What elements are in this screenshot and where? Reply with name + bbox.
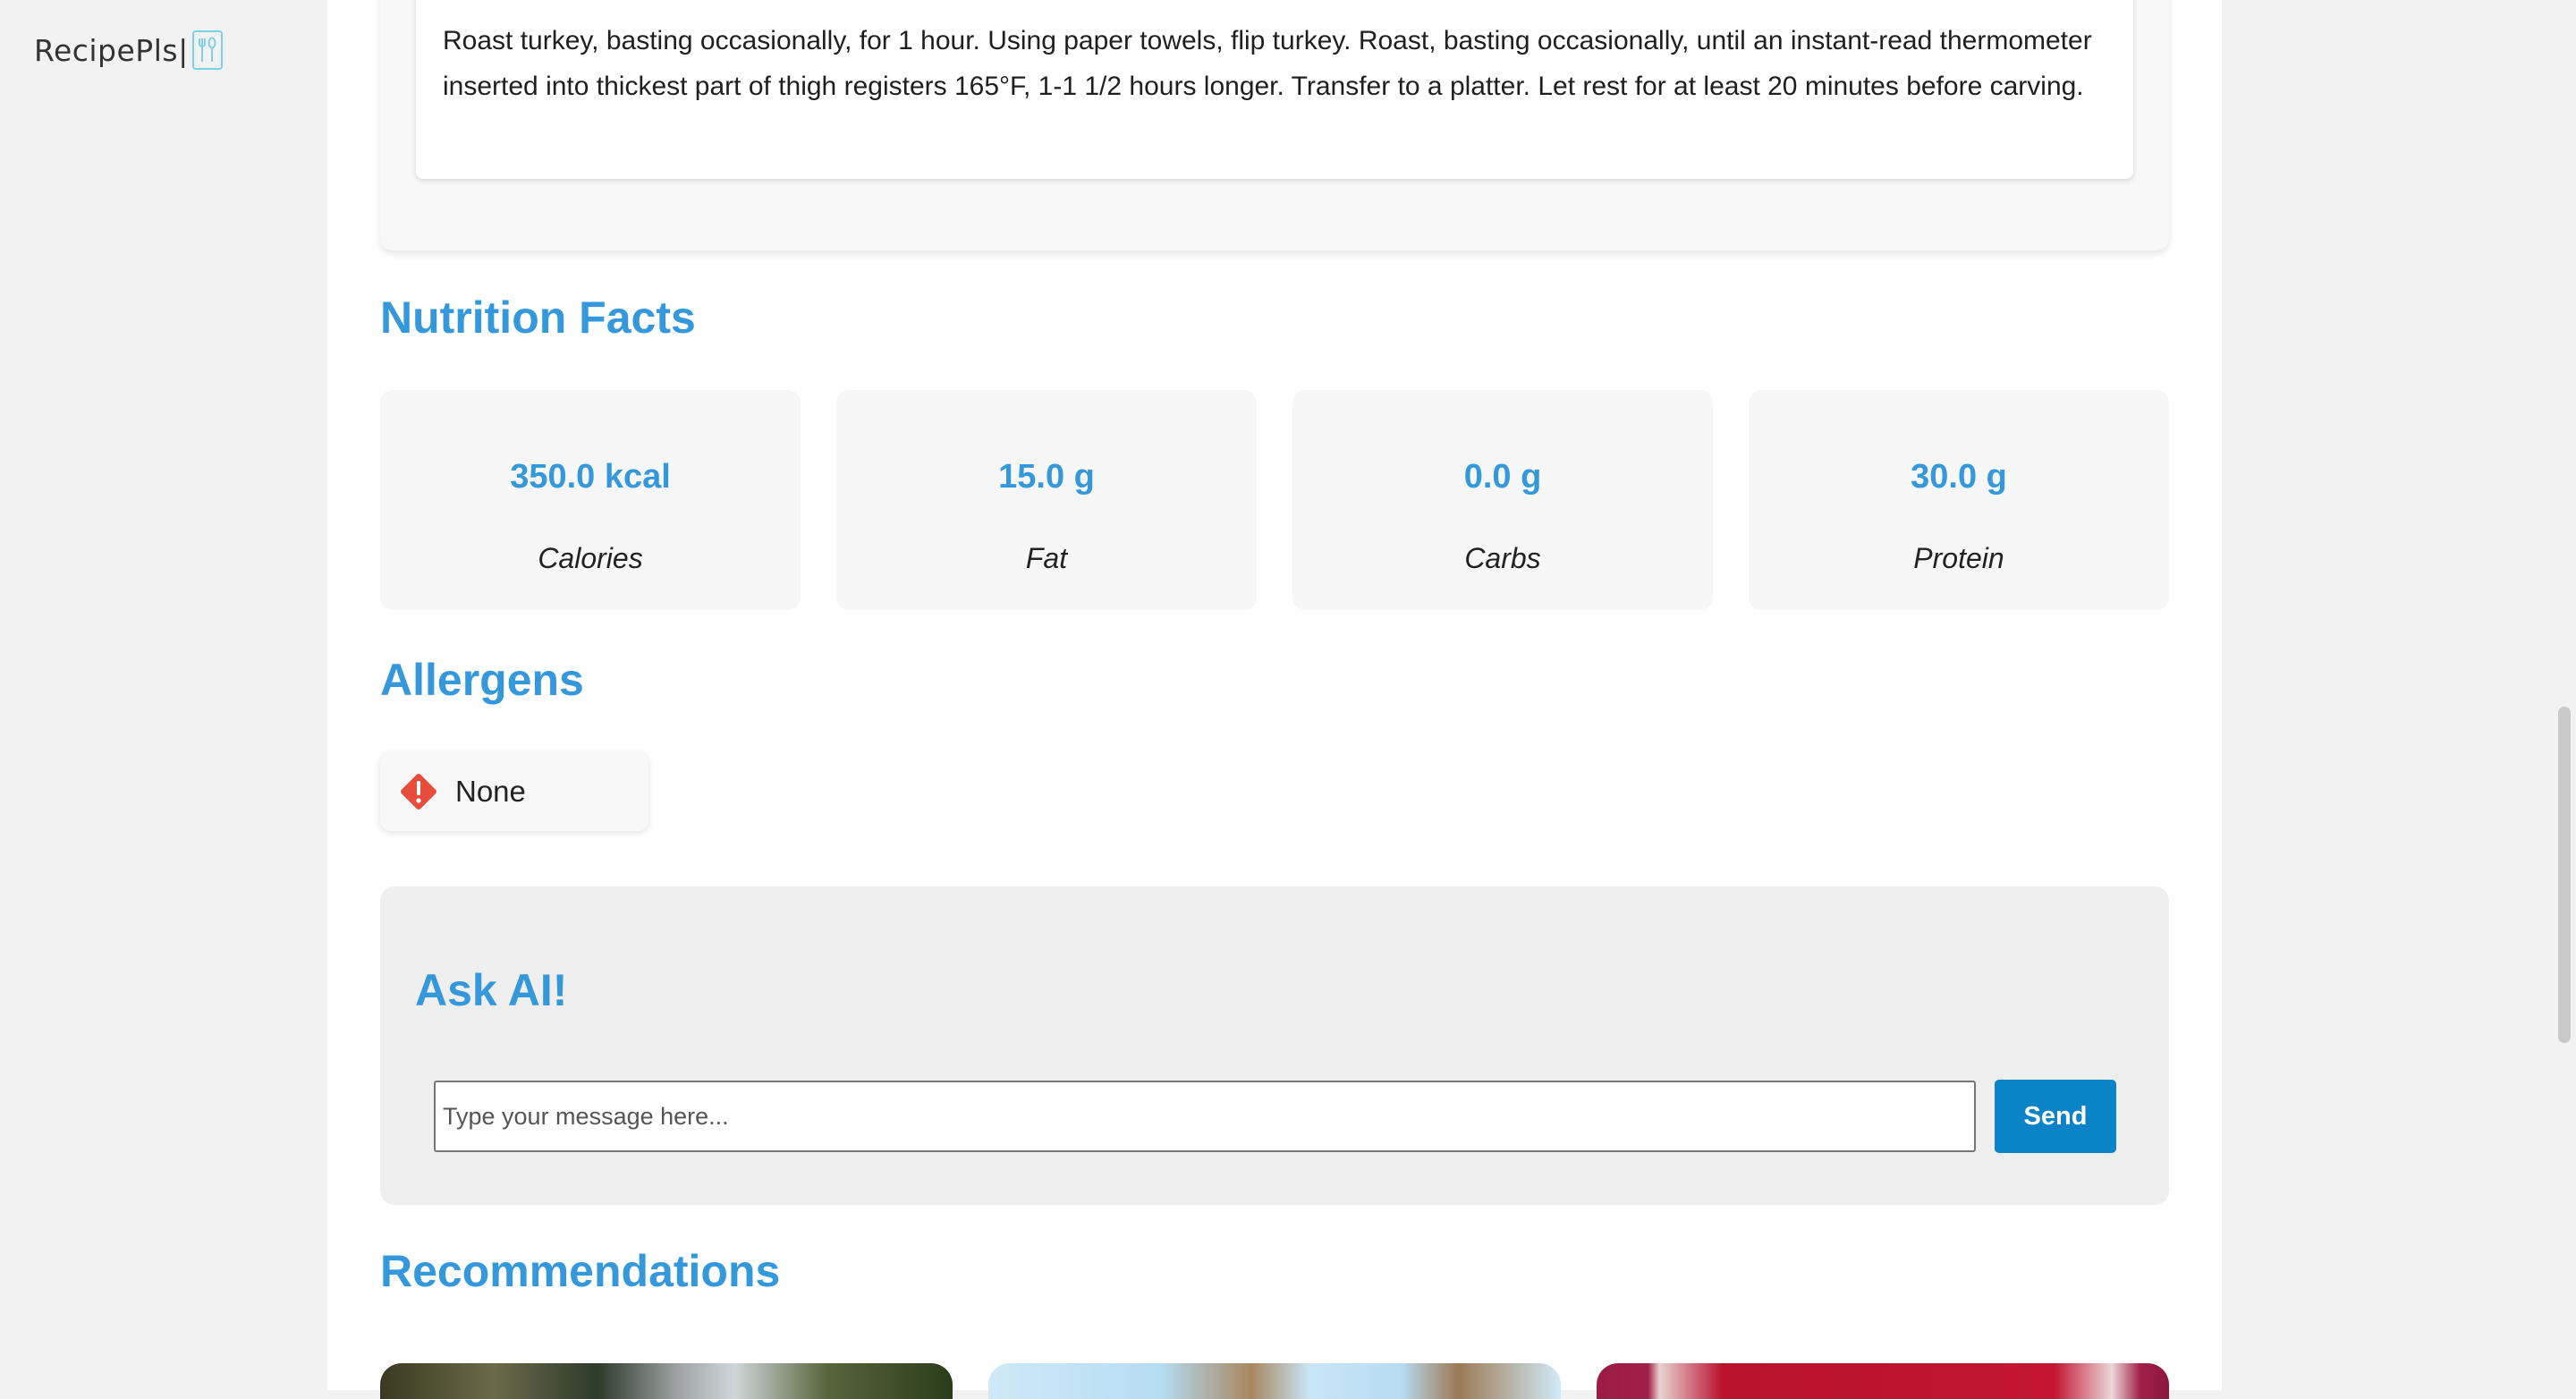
nutrition-label: Carbs	[1464, 542, 1541, 574]
send-button[interactable]: Send	[1995, 1080, 2116, 1153]
nutrition-label: Fat	[1025, 542, 1068, 574]
nutrition-card-fat: 15.0 g Fat	[836, 390, 1257, 610]
nutrition-value: 0.0 g	[1463, 458, 1542, 496]
nutrition-label: Calories	[538, 542, 643, 574]
recommendation-card-image[interactable]	[988, 1363, 1561, 1399]
page-scrollbar[interactable]	[2549, 0, 2576, 1390]
nutrition-grid: 350.0 kcal Calories 15.0 g Fat 0.0 g Car…	[380, 390, 2169, 610]
recommendation-card-image[interactable]	[380, 1363, 953, 1399]
allergen-chip: None	[380, 752, 648, 831]
ask-ai-heading: Ask AI!	[415, 965, 568, 1015]
nutrition-facts-heading: Nutrition Facts	[380, 293, 696, 343]
warning-diamond-icon	[396, 769, 441, 814]
nutrition-card-protein: 30.0 g Protein	[1749, 390, 2169, 610]
scrollbar-thumb[interactable]	[2558, 707, 2571, 1043]
recommendations-heading: Recommendations	[380, 1246, 781, 1296]
nutrition-value: 15.0 g	[998, 458, 1095, 496]
app-logo[interactable]: RecipePls|	[34, 30, 223, 70]
recipe-detail-panel: Roast turkey, basting occasionally, for …	[327, 0, 2222, 1399]
logo-text: RecipePls|	[34, 32, 189, 68]
nutrition-label: Protein	[1913, 542, 2004, 574]
instruction-step-text: Roast turkey, basting occasionally, for …	[443, 26, 2092, 101]
sidebar: RecipePls|	[0, 0, 327, 1390]
recommendation-card-image[interactable]	[1597, 1363, 2169, 1399]
ask-ai-message-input[interactable]	[434, 1081, 1976, 1152]
nutrition-card-calories: 350.0 kcal Calories	[380, 390, 801, 610]
ask-ai-section: Ask AI! Send	[380, 886, 2169, 1205]
nutrition-value: 30.0 g	[1911, 458, 2007, 496]
instruction-step-card: Roast turkey, basting occasionally, for …	[416, 0, 2133, 179]
allergen-label: None	[455, 775, 526, 808]
nutrition-card-carbs: 0.0 g Carbs	[1292, 390, 1713, 610]
nutrition-value: 350.0 kcal	[510, 458, 671, 496]
instructions-section: Roast turkey, basting occasionally, for …	[380, 0, 2169, 250]
allergens-heading: Allergens	[380, 655, 584, 705]
utensils-icon	[191, 30, 223, 70]
